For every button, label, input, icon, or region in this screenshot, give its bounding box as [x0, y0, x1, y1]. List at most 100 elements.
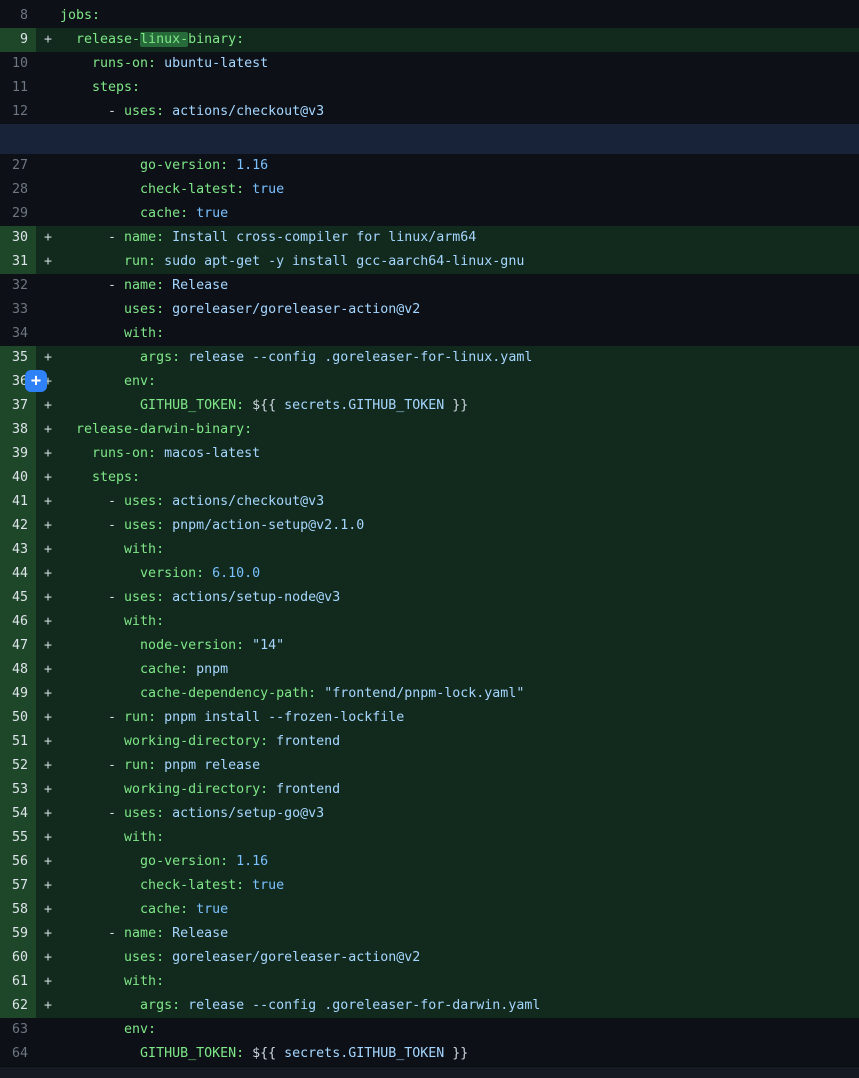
code-line: release-linux-binary: — [54, 28, 859, 52]
code-token: - — [60, 494, 124, 509]
code-line: cache: true — [54, 202, 859, 226]
code-token: uses: — [124, 518, 164, 533]
code-token: with: — [60, 542, 164, 557]
diff-marker: + — [36, 418, 54, 442]
line-number[interactable]: 45 — [0, 586, 36, 610]
line-number[interactable]: 11 — [0, 76, 36, 100]
code-token: go-version: — [60, 158, 228, 173]
add-line-comment-button[interactable]: + — [25, 370, 47, 392]
diff-marker: + — [36, 874, 54, 898]
line-number[interactable]: 59 — [0, 922, 36, 946]
line-number[interactable]: 28 — [0, 178, 36, 202]
diff-row: 33 uses: goreleaser/goreleaser-action@v2 — [0, 298, 859, 322]
diff-row: 28 check-latest: true — [0, 178, 859, 202]
diff-row: 44+ version: 6.10.0 — [0, 562, 859, 586]
line-number[interactable]: 57 — [0, 874, 36, 898]
code-token: - — [60, 758, 124, 773]
line-number[interactable]: 43 — [0, 538, 36, 562]
line-number[interactable]: 49 — [0, 682, 36, 706]
diff-marker: + — [36, 970, 54, 994]
diff-marker: + — [36, 826, 54, 850]
line-number[interactable]: 56 — [0, 850, 36, 874]
code-token: version: — [60, 566, 204, 581]
line-number[interactable]: 51 — [0, 730, 36, 754]
code-line: - run: pnpm release — [54, 754, 859, 778]
code-token: binary: — [188, 32, 244, 47]
diff-row: 35+ args: release --config .goreleaser-f… — [0, 346, 859, 370]
diff-row: 40+ steps: — [0, 466, 859, 490]
code-token: run: — [124, 758, 156, 773]
line-number[interactable]: 33 — [0, 298, 36, 322]
line-number[interactable]: 48 — [0, 658, 36, 682]
diff-row: 64 GITHUB_TOKEN: ${{ secrets.GITHUB_TOKE… — [0, 1042, 859, 1066]
code-token: - — [60, 518, 124, 533]
code-token: goreleaser/goreleaser-action@v2 — [164, 950, 420, 965]
code-token: true — [244, 182, 284, 197]
line-number[interactable]: 39 — [0, 442, 36, 466]
code-token: env: — [60, 1022, 156, 1037]
diff-marker: + — [36, 730, 54, 754]
line-number[interactable]: 12 — [0, 100, 36, 124]
line-number[interactable]: 44 — [0, 562, 36, 586]
diff-row: 46+ with: — [0, 610, 859, 634]
line-number[interactable]: 61 — [0, 970, 36, 994]
line-number[interactable]: 52 — [0, 754, 36, 778]
code-line: with: — [54, 826, 859, 850]
line-number[interactable]: 8 — [0, 4, 36, 28]
line-number[interactable]: 30 — [0, 226, 36, 250]
diff-marker: + — [36, 898, 54, 922]
line-number[interactable]: 29 — [0, 202, 36, 226]
line-number[interactable]: 54 — [0, 802, 36, 826]
line-number[interactable]: 9 — [0, 28, 36, 52]
diff-marker — [36, 1018, 54, 1042]
line-number[interactable]: 60 — [0, 946, 36, 970]
line-number[interactable]: 38 — [0, 418, 36, 442]
line-number[interactable]: 10 — [0, 52, 36, 76]
diff-marker: + — [36, 802, 54, 826]
line-number[interactable]: 58 — [0, 898, 36, 922]
diff-row: 45+ - uses: actions/setup-node@v3 — [0, 586, 859, 610]
code-line: with: — [54, 610, 859, 634]
diff-row: 42+ - uses: pnpm/action-setup@v2.1.0 — [0, 514, 859, 538]
code-token: pnpm release — [156, 758, 260, 773]
code-token: env: — [60, 374, 156, 389]
diff-row: 48+ cache: pnpm — [0, 658, 859, 682]
diff-row: 51+ working-directory: frontend — [0, 730, 859, 754]
code-token: pnpm install --frozen-lockfile — [156, 710, 404, 725]
line-number[interactable]: 32 — [0, 274, 36, 298]
line-number[interactable]: 37 — [0, 394, 36, 418]
line-number[interactable]: 46 — [0, 610, 36, 634]
code-token: release --config .goreleaser-for-linux.y… — [180, 350, 532, 365]
line-number[interactable]: 62 — [0, 994, 36, 1018]
line-number[interactable]: 40 — [0, 466, 36, 490]
diff-marker — [36, 298, 54, 322]
diff-row: 60+ uses: goreleaser/goreleaser-action@v… — [0, 946, 859, 970]
line-number[interactable]: 50 — [0, 706, 36, 730]
code-line: jobs: — [54, 4, 859, 28]
line-number[interactable]: 42 — [0, 514, 36, 538]
line-number[interactable]: 35 — [0, 346, 36, 370]
diff-row: 57+ check-latest: true — [0, 874, 859, 898]
code-token: release- — [60, 32, 140, 47]
code-line: - run: pnpm install --frozen-lockfile — [54, 706, 859, 730]
diff-row: 58+ cache: true — [0, 898, 859, 922]
code-token: actions/checkout@v3 — [164, 494, 324, 509]
code-line: steps: — [54, 466, 859, 490]
diff-marker: + — [36, 394, 54, 418]
code-line: with: — [54, 322, 859, 346]
line-number[interactable]: 53 — [0, 778, 36, 802]
line-number[interactable]: 55 — [0, 826, 36, 850]
line-number[interactable]: 47 — [0, 634, 36, 658]
line-number[interactable]: 41 — [0, 490, 36, 514]
code-token: working-directory: — [60, 782, 268, 797]
line-number[interactable]: 31 — [0, 250, 36, 274]
line-number[interactable]: 34 — [0, 322, 36, 346]
code-token: args: — [60, 350, 180, 365]
code-token: node-version: — [60, 638, 244, 653]
diff-row: 62+ args: release --config .goreleaser-f… — [0, 994, 859, 1018]
line-number[interactable]: 63 — [0, 1018, 36, 1042]
expand-hunk-band[interactable] — [0, 124, 859, 154]
code-token: Release — [164, 278, 228, 293]
line-number[interactable]: 64 — [0, 1042, 36, 1066]
line-number[interactable]: 27 — [0, 154, 36, 178]
